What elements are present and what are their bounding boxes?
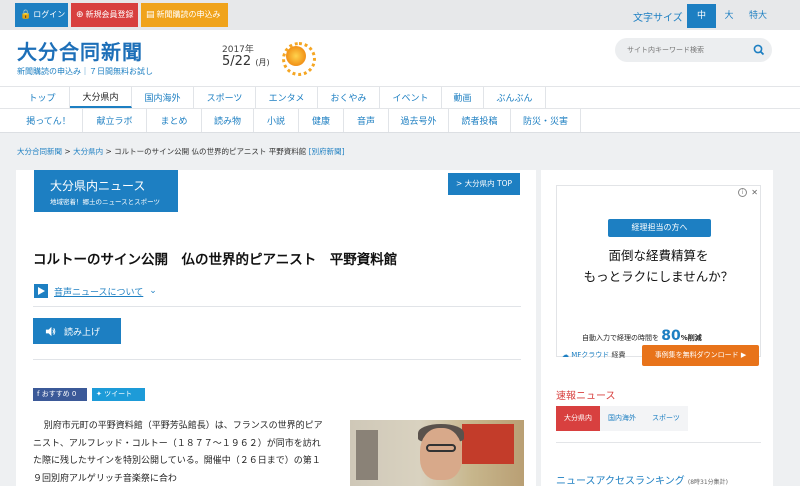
- cloud-icon: ☁: [562, 351, 569, 359]
- nav-entertainment[interactable]: エンタメ: [256, 87, 318, 108]
- breadcrumb-home[interactable]: 大分合同新聞: [17, 147, 62, 156]
- section-title: 大分県内ニュース: [50, 179, 146, 193]
- section-subtitle: 地域密着！郷土のニュースとスポーツ: [50, 198, 161, 206]
- divider: [33, 306, 521, 307]
- register-button[interactable]: ⊕ 新規会員登録: [71, 3, 138, 27]
- twitter-icon: ✦: [96, 390, 105, 398]
- nav2-item-7[interactable]: 音声: [344, 109, 389, 132]
- nav-domestic-overseas[interactable]: 国内海外: [132, 87, 194, 108]
- ranking-title: ニュースアクセスランキング: [556, 476, 685, 486]
- nav-sports[interactable]: スポーツ: [194, 87, 256, 108]
- article-main: 大分県内ニュース 地域密着！郷土のニュースとスポーツ > 大分県内 TOP コル…: [16, 170, 536, 486]
- weather-sunny-icon: [282, 42, 316, 76]
- nav2-item-1[interactable]: 掲ってん！: [15, 109, 83, 132]
- search-icon[interactable]: [752, 43, 766, 57]
- article-photo[interactable]: [350, 420, 524, 486]
- nav-oita[interactable]: 大分県内: [70, 87, 132, 108]
- nav2-item-4[interactable]: 読み物: [202, 109, 254, 132]
- breadcrumb-oita[interactable]: 大分県内: [73, 147, 103, 156]
- ranking-heading: ニュースアクセスランキング (8時31分集計): [556, 472, 728, 486]
- breadcrumb-separator: >: [64, 147, 71, 156]
- tab-domestic-overseas[interactable]: 国内海外: [600, 406, 644, 431]
- nav2-item-10[interactable]: 防災・災害: [511, 109, 581, 132]
- close-icon[interactable]: ✕: [751, 188, 758, 197]
- ad-headline-2: もっとラクにしませんか？: [583, 269, 734, 284]
- font-size-large[interactable]: 大: [722, 4, 736, 28]
- nav-events[interactable]: イベント: [380, 87, 442, 108]
- chevron-down-icon: ⌄: [149, 286, 157, 296]
- sidebar: i ✕ 経理担当の方へ 面倒な経費精算を もっとラクにしませんか？ 自動入力で経…: [541, 170, 773, 486]
- logo-subtitle-link[interactable]: 新聞購読の申込み｜７日間無料お試し: [17, 66, 153, 77]
- ad-tagline-text: 自動入力で経理の時間を: [582, 334, 659, 342]
- plus-icon: ⊕: [76, 10, 84, 20]
- ad-tag: 経理担当の方へ: [608, 219, 711, 237]
- search-input[interactable]: [627, 43, 745, 57]
- nav-video[interactable]: 動画: [442, 87, 484, 108]
- tweet-button[interactable]: ✦ ツイート: [92, 388, 145, 401]
- lock-icon: 🔒: [20, 10, 32, 20]
- subscribe-label: 新聞購読の申込み: [156, 10, 221, 19]
- ad-tagline-number: 80: [661, 328, 681, 344]
- section-tab[interactable]: 大分県内ニュース 地域密着！郷土のニュースとスポーツ: [34, 170, 178, 212]
- read-aloud-button[interactable]: 読み上げ: [33, 318, 121, 344]
- login-label: ログイン: [33, 10, 66, 19]
- breaking-news-heading: 速報ニュース: [556, 391, 616, 402]
- breadcrumb-current: コルトーのサイン公開 仏の世界的ピアニスト 平野資料館: [114, 147, 307, 156]
- date-weekday: (月): [255, 58, 270, 67]
- newspaper-icon: ▤: [146, 10, 155, 20]
- breadcrumb: 大分合同新聞 > 大分県内 > コルトーのサイン公開 仏の世界的ピアニスト 平野…: [17, 146, 345, 157]
- divider: [556, 442, 761, 443]
- nav2-item-9[interactable]: 読者投稿: [449, 109, 511, 132]
- tab-sports[interactable]: スポーツ: [644, 406, 688, 431]
- nav2-item-3[interactable]: まとめ: [147, 109, 202, 132]
- nav-bunbun[interactable]: ぶんぶん: [484, 87, 546, 108]
- secondary-nav: 掲ってん！ 献立ラボ まとめ 読み物 小説 健康 音声 過去号外 読者投稿 防災…: [0, 108, 800, 133]
- ad-headline-1: 面倒な経費精算を: [608, 248, 709, 263]
- ad-brand-name: MFクラウド: [571, 351, 610, 359]
- nav-obituaries[interactable]: おくやみ: [318, 87, 380, 108]
- advertisement[interactable]: i ✕ 経理担当の方へ 面倒な経費精算を もっとラクにしませんか？ 自動入力で経…: [556, 185, 761, 366]
- site-logo[interactable]: 大分合同新聞: [17, 36, 143, 65]
- login-button[interactable]: 🔒 ログイン: [15, 3, 68, 27]
- breadcrumb-separator: >: [105, 147, 112, 156]
- divider: [33, 359, 521, 360]
- ad-brand-suffix: 経費: [611, 351, 626, 359]
- nav2-item-8[interactable]: 過去号外: [389, 109, 449, 132]
- nav2-item-5[interactable]: 小説: [254, 109, 299, 132]
- ad-tagline-suffix: %削減: [680, 334, 702, 342]
- font-size-label: 文字サイズ: [633, 13, 683, 24]
- read-aloud-label: 読み上げ: [64, 327, 101, 338]
- audio-news-link[interactable]: 音声ニュースについて ⌄: [34, 284, 157, 298]
- section-top-link[interactable]: > 大分県内 TOP: [448, 173, 520, 195]
- font-size-xlarge[interactable]: 特大: [745, 4, 771, 28]
- tweet-label: ツイート: [104, 390, 133, 398]
- subscribe-button[interactable]: ▤ 新聞購読の申込み: [141, 3, 228, 27]
- nav2-item-6[interactable]: 健康: [299, 109, 344, 132]
- audio-news-label: 音声ニュースについて: [54, 287, 144, 298]
- facebook-share-label: おすすめ 0: [41, 390, 77, 398]
- top-bar: 🔒 ログイン ⊕ 新規会員登録 ▤ 新聞購読の申込み 文字サイズ 中 大 特大: [0, 0, 800, 30]
- article-body: 別府市元町の平野資料館（平野芳弘館長）は、フランスの世界的ピアニスト、アルフレッ…: [33, 421, 323, 484]
- date-value: 5/22: [222, 54, 252, 69]
- nav-top[interactable]: トップ: [15, 87, 70, 108]
- site-header: 大分合同新聞 新聞購読の申込み｜７日間無料お試し 2017年 5/22 (月): [0, 30, 800, 86]
- ad-brand: ☁ MFクラウド 経費: [562, 350, 626, 360]
- ad-tagline: 自動入力で経理の時間を 80%削減: [582, 328, 702, 344]
- ad-download-button[interactable]: 事例集を無料ダウンロード ▶: [642, 345, 759, 366]
- search-box: [615, 38, 772, 62]
- ad-info-icon[interactable]: i: [738, 188, 747, 197]
- register-label: 新規会員登録: [85, 10, 134, 19]
- date-day: 5/22 (月): [222, 54, 270, 69]
- nav2-item-2[interactable]: 献立ラボ: [83, 109, 147, 132]
- facebook-share-button[interactable]: f おすすめ 0: [33, 388, 87, 401]
- speaker-icon: [45, 326, 56, 336]
- primary-nav: トップ 大分県内 国内海外 スポーツ エンタメ おくやみ イベント 動画 ぶんぶ…: [0, 86, 800, 108]
- font-size-medium[interactable]: 中: [687, 4, 716, 28]
- article-title: コルトーのサイン公開 仏の世界的ピアニスト 平野資料館: [33, 252, 398, 268]
- news-tabs: 大分県内 国内海外 スポーツ: [556, 406, 688, 431]
- tab-oita[interactable]: 大分県内: [556, 406, 600, 431]
- play-icon: [34, 284, 48, 298]
- breadcrumb-source: [別府新聞]: [308, 147, 345, 156]
- ranking-note: (8時31分集計): [687, 479, 729, 486]
